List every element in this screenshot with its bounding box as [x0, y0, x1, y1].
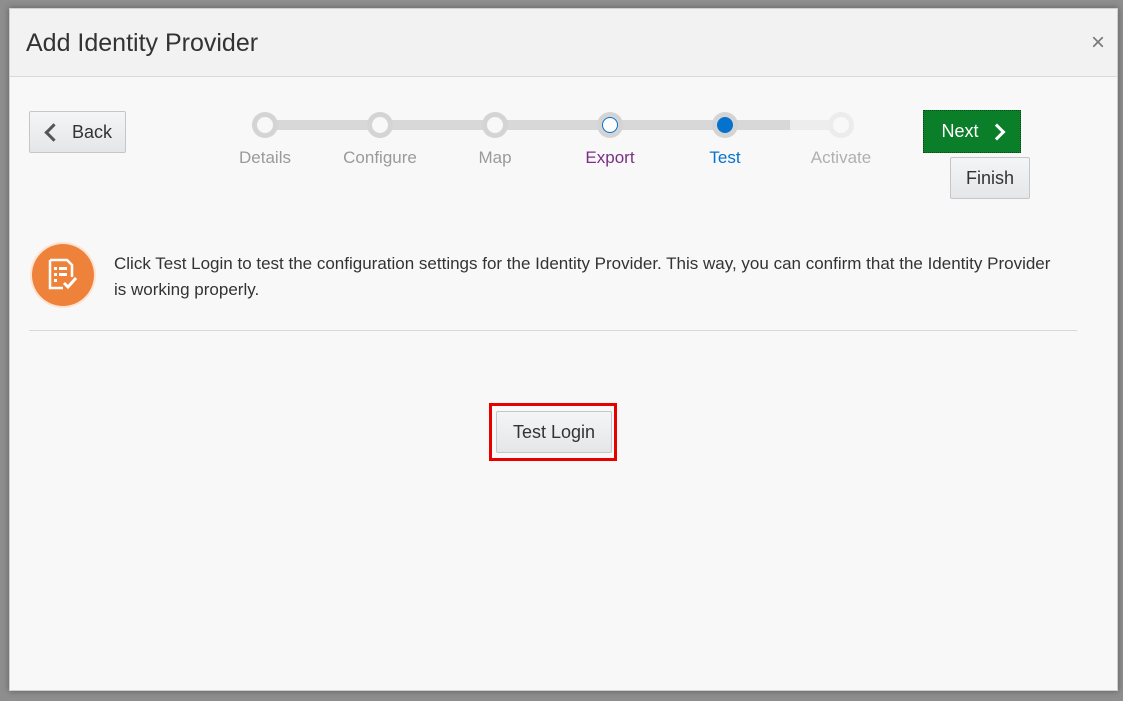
train-stop-map[interactable]: [482, 112, 508, 138]
train-label-details[interactable]: Details: [210, 148, 320, 168]
train-label-configure[interactable]: Configure: [325, 148, 435, 168]
checklist-icon: [32, 244, 94, 306]
train-label-activate: Activate: [810, 148, 872, 167]
chevron-left-icon: [44, 122, 63, 142]
back-label: Back: [71, 121, 113, 142]
finish-button[interactable]: Finish: [950, 157, 1030, 199]
train-stop-test[interactable]: [712, 112, 738, 138]
train-stop-activate: [828, 112, 854, 138]
train-label-test[interactable]: Test: [670, 148, 780, 168]
train-label-export[interactable]: Export: [555, 148, 665, 168]
close-icon[interactable]: ×: [1091, 31, 1105, 55]
dialog-title: Add Identity Provider: [26, 29, 259, 57]
train-track-current: [620, 120, 790, 130]
next-label: Next: [941, 121, 979, 141]
test-login-button[interactable]: Test Login: [496, 411, 612, 453]
train-stop-details[interactable]: [252, 112, 278, 138]
chevron-right-icon: [988, 123, 1005, 140]
train-stop-export[interactable]: [597, 112, 623, 138]
back-button[interactable]: Back: [29, 111, 126, 153]
train-label-map[interactable]: Map: [440, 148, 550, 168]
dialog-header: Add Identity Provider ×: [10, 9, 1117, 77]
divider: [29, 330, 1077, 331]
info-message: Click Test Login to test the configurati…: [114, 254, 1051, 299]
next-button[interactable]: Next: [923, 110, 1021, 153]
train-stop-configure[interactable]: [367, 112, 393, 138]
train-track-visited: [275, 120, 605, 130]
